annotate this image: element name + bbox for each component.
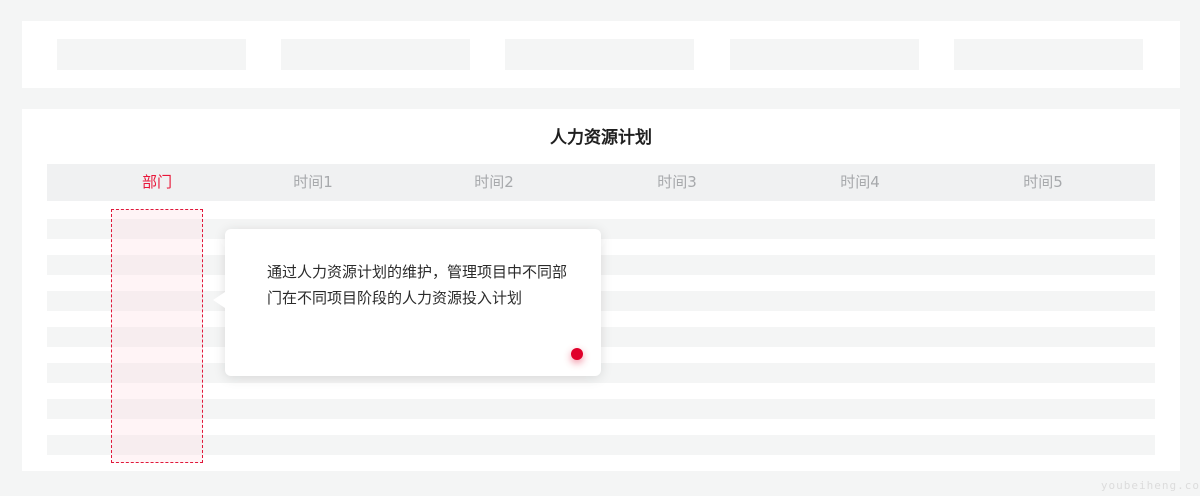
filter-placeholder-1[interactable] xyxy=(57,39,246,70)
tooltip-arrow xyxy=(213,292,225,308)
table-row[interactable] xyxy=(47,219,1155,239)
table-row[interactable] xyxy=(47,255,1155,275)
hr-plan-panel: 人力资源计划 部门 时间1 时间2 时间3 时间4 时间5 通过人力资源计划的维… xyxy=(22,109,1180,471)
table-row[interactable] xyxy=(47,435,1155,455)
tooltip-text: 通过人力资源计划的维护，管理项目中不同部门在不同项目阶段的人力资源投入计划 xyxy=(267,263,568,307)
table-row[interactable] xyxy=(47,399,1155,419)
page-title: 人力资源计划 xyxy=(550,128,652,148)
column-header-department[interactable]: 部门 xyxy=(97,164,217,201)
filter-placeholder-3[interactable] xyxy=(505,39,694,70)
filter-bar xyxy=(22,21,1180,88)
column-header-time4[interactable]: 时间4 xyxy=(800,164,920,201)
filter-placeholder-2[interactable] xyxy=(281,39,470,70)
table-header: 部门 时间1 时间2 时间3 时间4 时间5 xyxy=(47,164,1155,201)
watermark: youbeiheng.co xyxy=(1100,479,1200,492)
column-header-time3[interactable]: 时间3 xyxy=(617,164,737,201)
table-row[interactable] xyxy=(47,327,1155,347)
guide-tooltip: 通过人力资源计划的维护，管理项目中不同部门在不同项目阶段的人力资源投入计划 xyxy=(213,229,601,376)
tooltip-step-dot[interactable] xyxy=(571,348,583,360)
column-header-time1[interactable]: 时间1 xyxy=(253,164,373,201)
column-header-time2[interactable]: 时间2 xyxy=(434,164,554,201)
column-header-time5[interactable]: 时间5 xyxy=(983,164,1103,201)
filter-placeholder-5[interactable] xyxy=(954,39,1143,70)
department-column-highlight xyxy=(111,209,203,463)
table-row[interactable] xyxy=(47,363,1155,383)
filter-placeholder-4[interactable] xyxy=(730,39,919,70)
